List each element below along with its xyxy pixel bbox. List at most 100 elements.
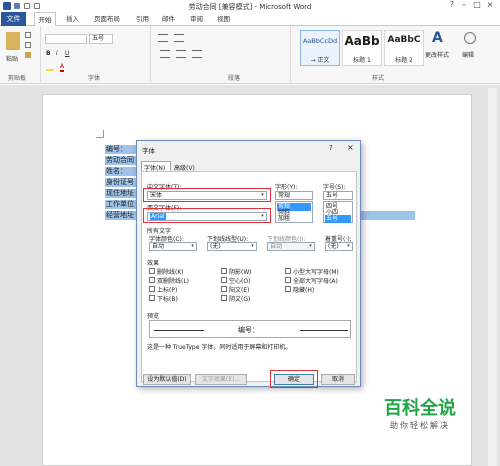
effects-heading: 效果 [147, 260, 160, 267]
styles-group-label: 样式 [372, 75, 385, 82]
checkbox-label: 全部大写字母(A) [293, 278, 338, 285]
tab-home[interactable]: 开始 [34, 12, 56, 26]
chevron-down-icon: ▾ [347, 243, 350, 249]
tab-layout[interactable]: 页面布局 [94, 12, 120, 26]
superscript-checkbox[interactable] [149, 286, 155, 292]
help-icon[interactable]: ? [446, 0, 458, 10]
format-painter-icon[interactable] [25, 52, 31, 58]
text-effects-button[interactable]: 文字效果(E)... [195, 374, 247, 385]
font-name-combo[interactable] [45, 34, 87, 44]
emphasis-value: (无) [328, 243, 339, 250]
checkbox-label: 下标(B) [157, 296, 178, 303]
font-size-combo[interactable]: 五号 [89, 34, 113, 44]
underline-color-value: 自动 [270, 243, 283, 250]
truetype-note: 这是一种 TrueType 字体，同时适用于屏幕和打印机。 [147, 344, 292, 351]
chevron-down-icon: ▾ [191, 243, 194, 249]
checkbox-label: 阳文(E) [229, 287, 250, 294]
preview-rule [154, 330, 204, 331]
style-label: 字形(Y): [275, 184, 298, 191]
dialog-close-icon[interactable]: × [347, 143, 354, 152]
subscript-checkbox[interactable] [149, 295, 155, 301]
underline-icon[interactable]: U [65, 50, 69, 57]
checkbox-label: 阴文(G) [229, 296, 251, 303]
bullets-icon[interactable] [158, 34, 168, 42]
tab-review[interactable]: 审阅 [190, 12, 203, 26]
paste-label: 粘贴 [6, 56, 19, 63]
checkbox-label: 隐藏(H) [293, 287, 315, 294]
underline-value: (无) [210, 243, 221, 250]
font-color-value: 自动 [152, 243, 165, 250]
tab-mailings[interactable]: 邮件 [162, 12, 175, 26]
tab-references[interactable]: 引用 [136, 12, 149, 26]
highlight-icon[interactable] [46, 64, 54, 71]
underline-combo[interactable]: (无) ▾ [207, 242, 257, 251]
cut-icon[interactable] [25, 32, 31, 38]
shadow-checkbox[interactable] [221, 268, 227, 274]
italic-icon[interactable]: I [56, 50, 58, 57]
watermark-tagline: 助你轻松解决 [390, 421, 450, 430]
group-divider [290, 26, 291, 82]
outline-checkbox[interactable] [221, 277, 227, 283]
edit-label[interactable]: 编辑 [462, 50, 474, 59]
font-color-icon[interactable]: A [60, 63, 65, 72]
close-icon[interactable]: × [484, 0, 496, 10]
set-default-button[interactable]: 设为默认值(D) [143, 374, 191, 385]
change-styles-icon[interactable]: A [432, 30, 446, 46]
style-heading2[interactable]: AaBbC 标题 2 [384, 30, 424, 66]
change-styles-label[interactable]: 更改样式 [425, 50, 449, 59]
dialog-help-icon[interactable]: ? [329, 144, 333, 152]
align-left-icon[interactable] [160, 50, 170, 58]
style-sample: AaBb [344, 34, 380, 48]
center-icon[interactable] [176, 50, 186, 58]
doc-line[interactable]: 身份证号 [105, 178, 139, 187]
style-name: 标题 1 [353, 57, 371, 64]
doc-line[interactable]: 工作单位 [105, 200, 139, 209]
size-list[interactable]: 四号 小四 五号 [323, 201, 353, 223]
size-label: 字号(S): [323, 184, 346, 191]
font-group-label: 字体 [88, 75, 101, 82]
all-caps-checkbox[interactable] [285, 277, 291, 283]
clipboard-group-label: 剪贴板 [8, 75, 27, 82]
size-input[interactable]: 五号 [323, 191, 353, 200]
engrave-checkbox[interactable] [221, 295, 227, 301]
font-color-combo[interactable]: 自动 ▾ [149, 242, 197, 251]
hidden-checkbox[interactable] [285, 286, 291, 292]
preview-box: 编号： [149, 320, 351, 338]
underline-color-combo[interactable]: 自动 ▾ [267, 242, 315, 251]
doc-line[interactable]: 现住地址 [105, 189, 139, 198]
font-dialog: 字体 ? × 字体(N) 高级(V) 中文字体(T): 宋体 ▾ 西文字体(F):… [136, 140, 361, 388]
paste-icon[interactable] [6, 32, 20, 50]
copy-icon[interactable] [25, 42, 31, 48]
margin-corner-mark [96, 130, 104, 138]
doc-line[interactable]: 劳动合同 [105, 156, 139, 165]
style-list[interactable]: 常规 倾斜 加粗 [275, 201, 313, 223]
highlight-box [270, 370, 318, 388]
style-normal[interactable]: AaBbCcDd → 正文 [300, 30, 340, 66]
vertical-scrollbar[interactable] [488, 88, 497, 466]
small-caps-checkbox[interactable] [285, 268, 291, 274]
emboss-checkbox[interactable] [221, 286, 227, 292]
minimize-icon[interactable]: – [458, 0, 470, 10]
double-strikethrough-checkbox[interactable] [149, 277, 155, 283]
bold-icon[interactable]: B [46, 50, 51, 57]
align-right-icon[interactable] [192, 50, 202, 58]
chevron-down-icon: ▾ [251, 243, 254, 249]
emphasis-combo[interactable]: (无) ▾ [325, 242, 353, 251]
checkbox-label: 阴影(W) [229, 269, 252, 276]
style-input[interactable]: 常规 [275, 191, 313, 200]
list-item[interactable]: 加粗 [277, 215, 311, 223]
find-icon[interactable] [464, 32, 476, 44]
cancel-button[interactable]: 取消 [321, 374, 355, 385]
style-name: 标题 2 [395, 57, 413, 64]
maximize-icon[interactable]: □ [471, 0, 483, 10]
tab-insert[interactable]: 插入 [66, 12, 79, 26]
preview-text: 编号： [238, 326, 259, 334]
highlight-box [143, 208, 271, 223]
list-item[interactable]: 五号 [325, 215, 351, 223]
doc-line[interactable]: 姓名： [105, 167, 139, 176]
style-heading1[interactable]: AaBb 标题 1 [342, 30, 382, 66]
tab-view[interactable]: 视图 [217, 12, 230, 26]
strikethrough-checkbox[interactable] [149, 268, 155, 274]
tab-file[interactable]: 文件 [1, 12, 26, 26]
numbering-icon[interactable] [174, 34, 184, 42]
